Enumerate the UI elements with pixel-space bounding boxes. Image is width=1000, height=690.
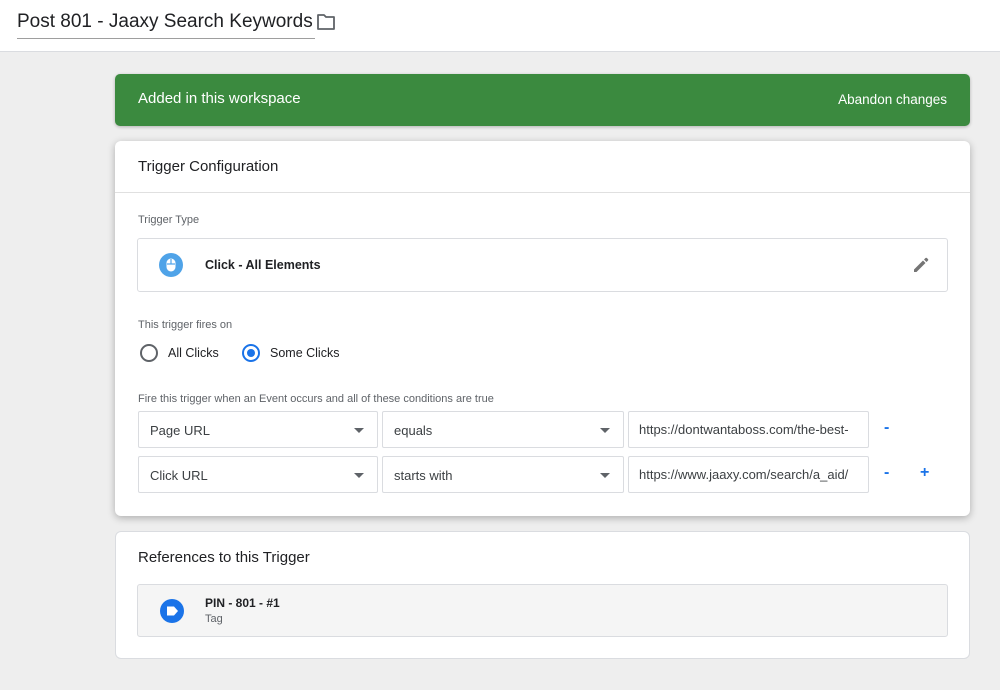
remove-condition-1-button[interactable]: -: [884, 419, 889, 437]
condition-1-variable: Page URL: [150, 423, 210, 438]
trigger-configuration-card: Trigger Configuration Trigger Type Click…: [115, 141, 970, 516]
reference-name: PIN - 801 - #1: [205, 596, 280, 610]
folder-icon[interactable]: [316, 13, 336, 31]
tag-icon: [160, 599, 184, 623]
reference-item[interactable]: PIN - 801 - #1 Tag: [137, 584, 948, 637]
condition-1-operator-select[interactable]: equals: [382, 411, 624, 448]
fires-on-label: This trigger fires on: [138, 319, 233, 331]
chevron-down-icon: [600, 473, 610, 478]
remove-condition-2-button[interactable]: -: [884, 464, 889, 482]
conditions-label: Fire this trigger when an Event occurs a…: [138, 393, 494, 405]
card-header: Trigger Configuration: [115, 141, 970, 193]
condition-1-value-field[interactable]: [628, 411, 869, 448]
trigger-type-label: Trigger Type: [138, 214, 200, 226]
condition-1-value-input[interactable]: [629, 412, 868, 447]
mouse-icon: [159, 253, 183, 277]
condition-2-operator: starts with: [394, 468, 453, 483]
radio-some-clicks[interactable]: [242, 344, 260, 362]
condition-2-operator-select[interactable]: starts with: [382, 456, 624, 493]
banner-text: Added in this workspace: [138, 90, 301, 107]
condition-2-variable-select[interactable]: Click URL: [138, 456, 378, 493]
radio-some-clicks-label[interactable]: Some Clicks: [270, 346, 339, 360]
radio-all-clicks-label[interactable]: All Clicks: [168, 346, 219, 360]
top-bar: Post 801 - Jaaxy Search Keywords: [0, 0, 1000, 52]
workspace-banner: Added in this workspace Abandon changes: [115, 74, 970, 126]
references-card: References to this Trigger PIN - 801 - #…: [115, 531, 970, 659]
condition-1-operator: equals: [394, 423, 433, 438]
title-field[interactable]: Post 801 - Jaaxy Search Keywords: [17, 10, 315, 39]
card-title: Trigger Configuration: [138, 158, 279, 175]
condition-2-variable: Click URL: [150, 468, 208, 483]
pencil-icon[interactable]: [911, 255, 931, 275]
condition-2-value-field[interactable]: [628, 456, 869, 493]
chevron-down-icon: [354, 473, 364, 478]
add-condition-button[interactable]: +: [920, 464, 929, 482]
reference-type: Tag: [205, 613, 223, 625]
chevron-down-icon: [600, 428, 610, 433]
trigger-type-name: Click - All Elements: [205, 258, 321, 272]
chevron-down-icon: [354, 428, 364, 433]
page-title[interactable]: Post 801 - Jaaxy Search Keywords: [17, 11, 313, 32]
condition-2-value-input[interactable]: [629, 457, 868, 492]
radio-all-clicks[interactable]: [140, 344, 158, 362]
condition-1-variable-select[interactable]: Page URL: [138, 411, 378, 448]
references-title: References to this Trigger: [138, 549, 310, 566]
abandon-changes-button[interactable]: Abandon changes: [838, 92, 947, 107]
trigger-type-selector[interactable]: Click - All Elements: [137, 238, 948, 292]
